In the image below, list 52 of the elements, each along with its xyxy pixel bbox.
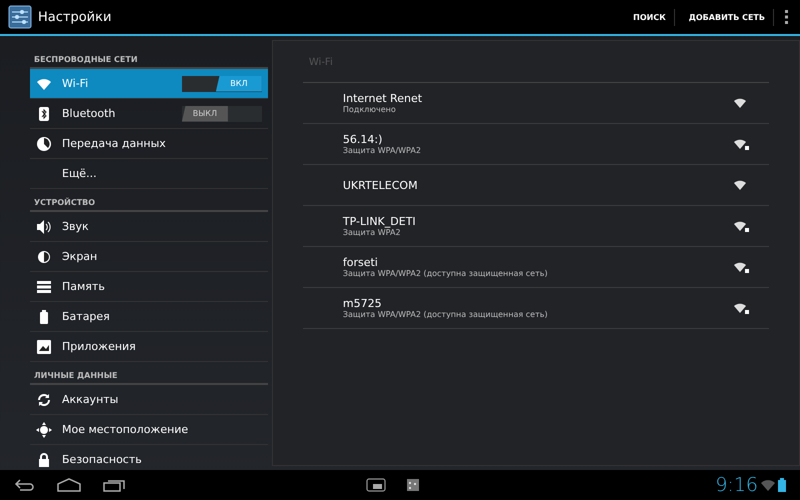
home-icon[interactable]	[56, 478, 82, 492]
settings-item[interactable]: Мое местоположение	[30, 415, 268, 445]
back-icon[interactable]	[14, 478, 36, 492]
wifi-icon	[760, 478, 776, 492]
network-name: Internet Renet	[342, 92, 424, 105]
network-name: m5725	[342, 297, 383, 310]
apps-icon	[36, 338, 52, 354]
app-title: Настройки	[38, 10, 112, 24]
bluetooth-icon	[36, 106, 52, 122]
settings-item[interactable]: Ещё...	[30, 159, 268, 189]
network-status: Подключено	[342, 105, 397, 114]
settings-item[interactable]: Экран	[30, 242, 268, 272]
network-name: TP-LINK_DETI	[342, 215, 417, 228]
sync-icon	[36, 392, 52, 408]
network-item[interactable]: UKRTELECOM	[302, 165, 769, 206]
network-item[interactable]: 56.14:) Защита WPA/WPA2	[302, 124, 769, 165]
grid-icon[interactable]	[406, 478, 420, 492]
settings-item[interactable]: Wi-Fi ВКЛ	[30, 69, 268, 99]
speaker-icon	[36, 218, 52, 234]
toggle-switch[interactable]: ВЫКЛ	[182, 106, 262, 122]
brightness-icon	[36, 248, 52, 264]
settings-item[interactable]: Передача данных	[30, 129, 268, 159]
recent-apps-icon[interactable]	[102, 478, 126, 492]
battery-icon	[778, 478, 786, 492]
settings-item[interactable]: Звук	[30, 212, 268, 242]
settings-item[interactable]: Приложения	[30, 332, 268, 362]
network-item[interactable]: TP-LINK_DETI Защита WPA2	[302, 206, 769, 247]
clock: 9:16	[715, 474, 758, 496]
settings-item[interactable]: Bluetooth ВЫКЛ	[30, 99, 268, 129]
network-status: Защита WPA/WPA2 (доступна защищенная сеть)	[342, 310, 549, 319]
network-status: Защита WPA/WPA2	[342, 146, 422, 155]
action-button[interactable]: ПОИСК	[625, 8, 675, 26]
settings-icon	[8, 5, 32, 29]
screen-icon[interactable]	[366, 478, 386, 492]
location-icon	[36, 422, 52, 438]
storage-icon	[36, 278, 52, 294]
settings-item[interactable]: Батарея	[30, 302, 268, 332]
section-header: УСТРОЙСТВО	[30, 189, 268, 212]
network-item[interactable]: forseti Защита WPA/WPA2 (доступна защищенная сеть)	[302, 247, 769, 288]
section-header: ЛИЧНЫЕ ДАННЫЕ	[30, 362, 268, 385]
settings-item[interactable]: Аккаунты	[30, 385, 268, 415]
network-name: forseti	[342, 256, 379, 269]
pie-chart-icon	[36, 136, 52, 152]
network-item[interactable]: Internet Renet Подключено	[302, 83, 769, 124]
network-status: Защита WPA2	[342, 228, 402, 237]
network-status: Защита WPA/WPA2 (доступна защищенная сеть)	[342, 269, 549, 278]
network-name: 56.14:)	[342, 133, 384, 146]
network-name: UKRTELECOM	[342, 178, 419, 192]
network-item[interactable]: m5725 Защита WPA/WPA2 (доступна защищенная сеть)	[302, 288, 769, 329]
action-button[interactable]: ДОБАВИТЬ СЕТЬ	[680, 8, 774, 26]
settings-item[interactable]: Память	[30, 272, 268, 302]
lock-icon	[36, 452, 52, 468]
